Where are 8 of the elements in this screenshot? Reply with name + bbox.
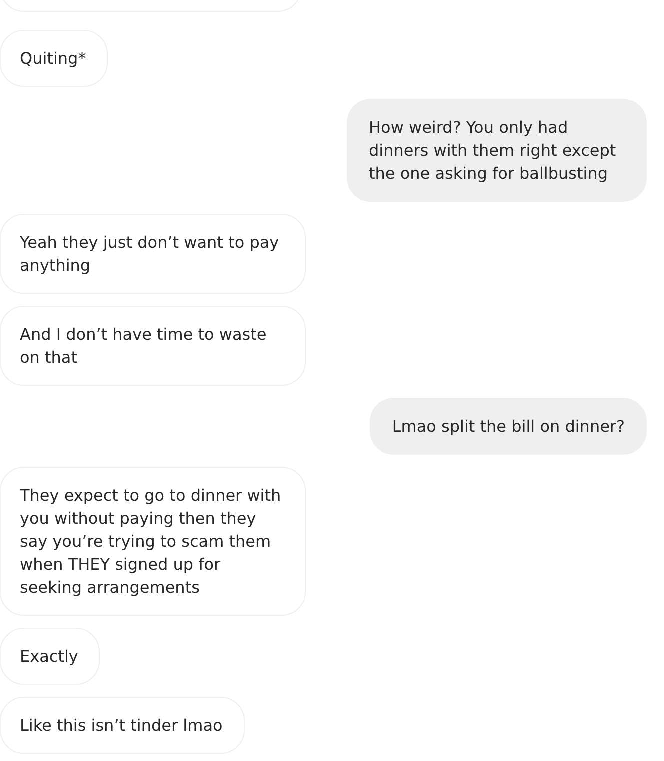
received-message-bubble: Yeah they just don’t want to pay anything <box>0 214 306 294</box>
received-message-bubble: Exactly <box>0 628 100 685</box>
received-message-bubble: Like this isn’t tinder lmao <box>0 697 245 754</box>
sent-message-bubble: Lmao split the bill on dinner? <box>370 398 647 455</box>
received-message-bubble: And I don’t have time to waste on that <box>0 306 306 386</box>
received-message-bubble: They expect to go to dinner with you without paying then they say you’re trying to scam them when THEY signed up for seeking arrangements <box>0 467 306 616</box>
sent-message-bubble: How weird? You only had dinners with them right except the one asking for ballbusting <box>347 99 647 202</box>
received-message-bubble: Quiting* <box>0 30 108 87</box>
